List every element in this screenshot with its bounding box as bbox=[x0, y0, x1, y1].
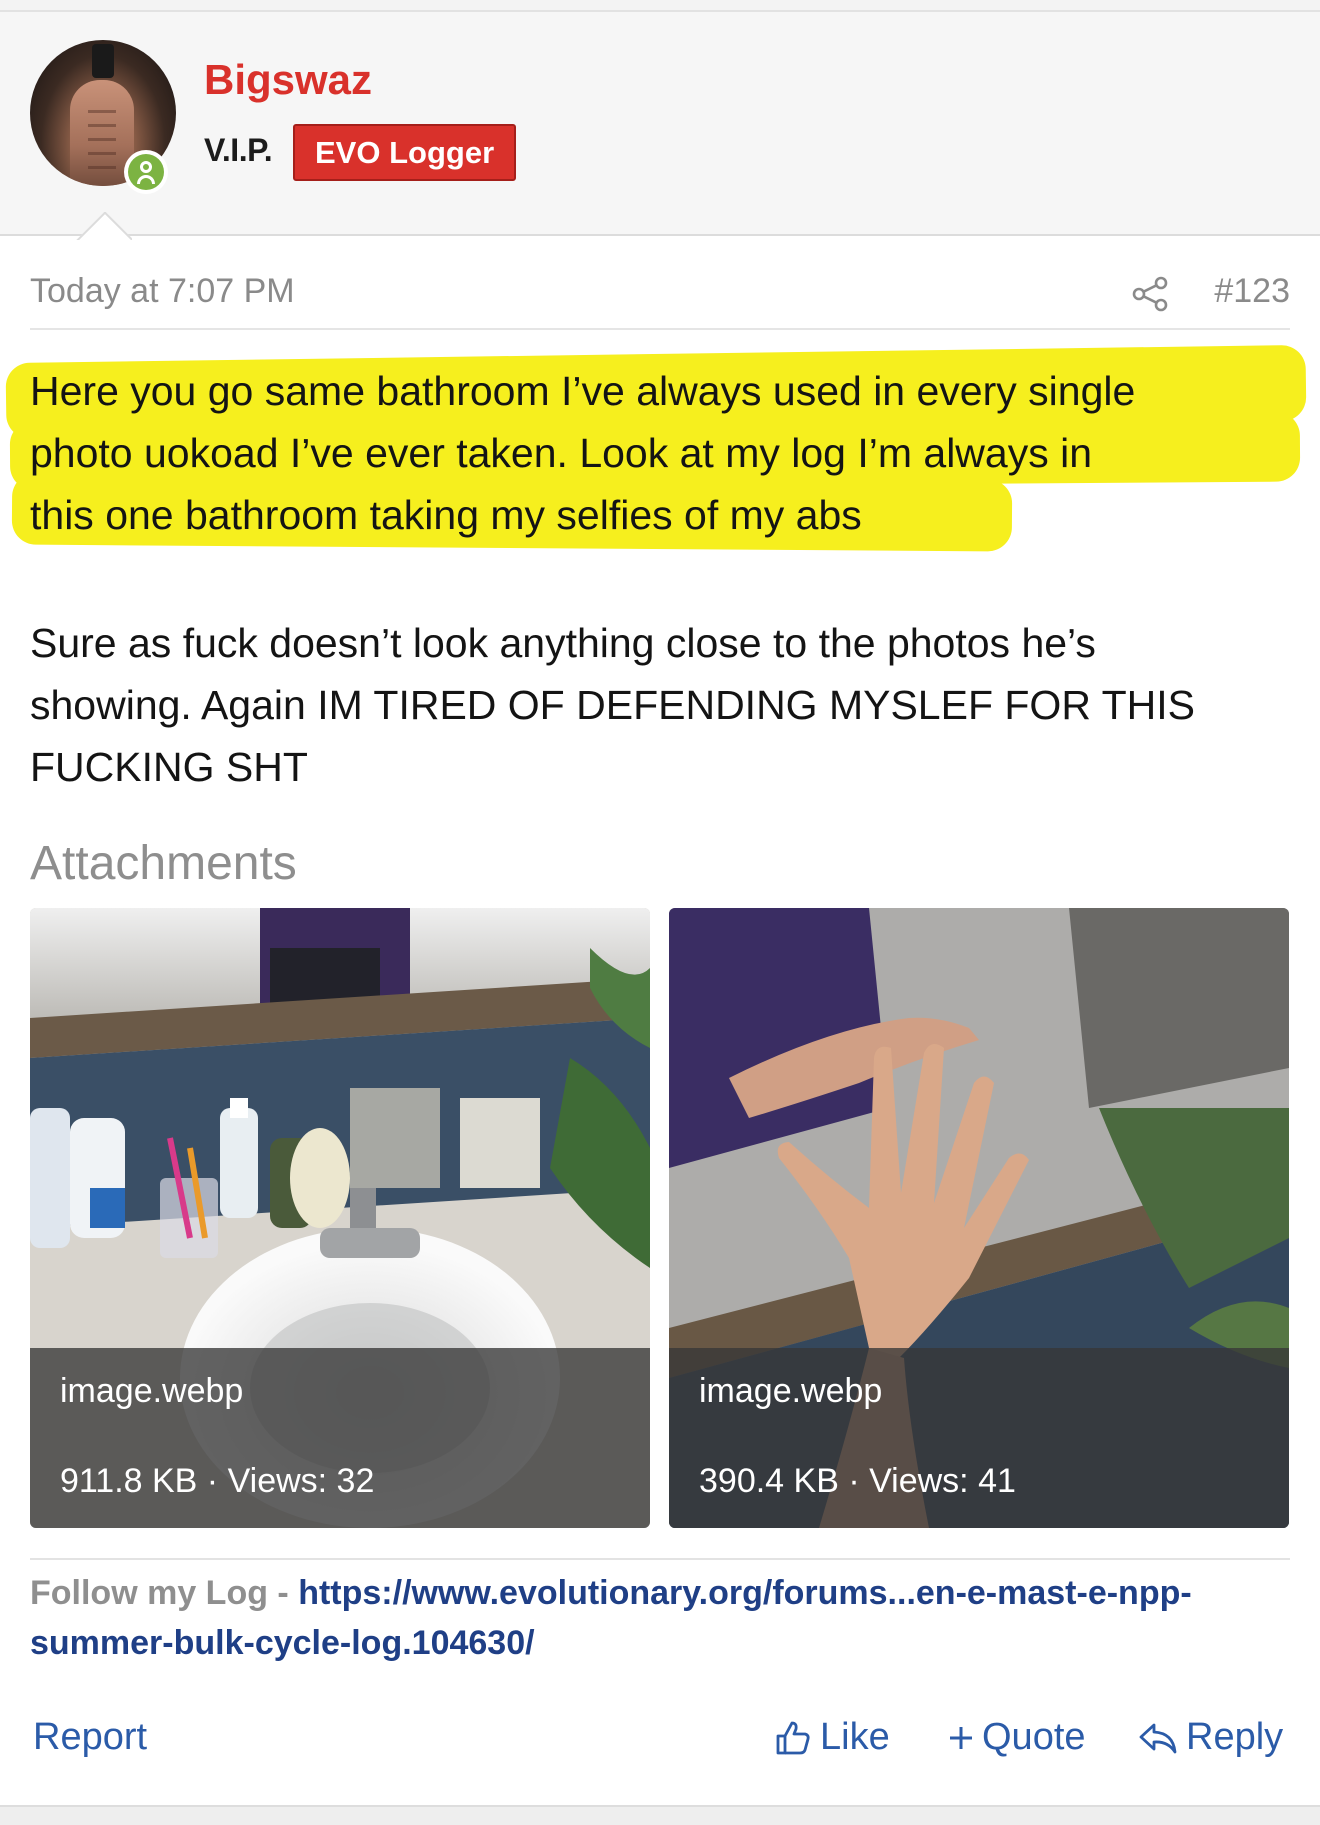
reply-label: Reply bbox=[1186, 1716, 1284, 1758]
post-meta-bar: Today at 7:07 PM #123 bbox=[30, 270, 1290, 330]
attachment-thumbnail[interactable]: image.webp 911.8 KB · Views: 32 bbox=[30, 908, 650, 1528]
attachments-title: Attachments bbox=[30, 837, 297, 890]
top-divider bbox=[0, 0, 1320, 12]
share-icon[interactable] bbox=[1130, 274, 1170, 314]
bottom-divider bbox=[0, 1805, 1320, 1825]
like-button[interactable]: Like bbox=[774, 1716, 890, 1759]
reply-arrow-icon bbox=[1139, 1723, 1177, 1753]
post-user-header: Bigswaz V.I.P. EVO Logger bbox=[0, 12, 1320, 236]
thumbs-up-icon bbox=[776, 1721, 810, 1754]
message-paragraph: Sure as fuck doesn’t look anything close… bbox=[30, 612, 1300, 798]
attachment-info: 911.8 KB · Views: 32 bbox=[60, 1462, 375, 1500]
quote-button[interactable]: Quote bbox=[948, 1716, 1086, 1759]
message-line: Here you go same bathroom I’ve always us… bbox=[30, 368, 1136, 414]
like-label: Like bbox=[820, 1716, 890, 1758]
attachment-filename: image.webp bbox=[60, 1372, 244, 1410]
plus-icon bbox=[950, 1726, 972, 1749]
highlighted-message: Here you go same bathroom I’ve always us… bbox=[5, 344, 1307, 552]
signature: Follow my Log - https://www.evolutionary… bbox=[30, 1568, 1300, 1668]
post-number[interactable]: #123 bbox=[1214, 272, 1290, 311]
quote-label: Quote bbox=[982, 1716, 1086, 1758]
signature-divider bbox=[30, 1558, 1290, 1560]
message-line: FUCKING SHT bbox=[30, 744, 308, 790]
phone-in-photo bbox=[92, 44, 114, 78]
message-line: showing. Again IM TIRED OF DEFENDING MYS… bbox=[30, 682, 1195, 728]
user-title: V.I.P. bbox=[204, 132, 273, 168]
message-line: photo uokoad I’ve ever taken. Look at my… bbox=[30, 430, 1093, 476]
attachment-info: 390.4 KB · Views: 41 bbox=[699, 1462, 1016, 1500]
reply-button[interactable]: Reply bbox=[1138, 1716, 1283, 1759]
message-line: this one bathroom taking my selfies of m… bbox=[30, 492, 862, 538]
online-status-icon bbox=[124, 150, 168, 194]
attachment-caption: image.webp 911.8 KB · Views: 32 bbox=[30, 1348, 650, 1528]
post-actions-bar: Report Like Quote Reply bbox=[30, 1712, 1292, 1772]
report-link[interactable]: Report bbox=[33, 1716, 147, 1759]
message-line: Sure as fuck doesn’t look anything close… bbox=[30, 620, 1096, 666]
attachment-thumbnail[interactable]: image.webp 390.4 KB · Views: 41 bbox=[669, 908, 1289, 1528]
signature-label: Follow my Log - bbox=[30, 1574, 299, 1612]
user-banner-badge: EVO Logger bbox=[293, 124, 517, 181]
post-pointer-arrow bbox=[76, 212, 132, 240]
avatar-abs bbox=[88, 110, 116, 170]
attachment-caption: image.webp 390.4 KB · Views: 41 bbox=[669, 1348, 1289, 1528]
username[interactable]: Bigswaz bbox=[204, 56, 372, 104]
attachment-filename: image.webp bbox=[699, 1372, 883, 1410]
post-date[interactable]: Today at 7:07 PM bbox=[30, 272, 295, 311]
